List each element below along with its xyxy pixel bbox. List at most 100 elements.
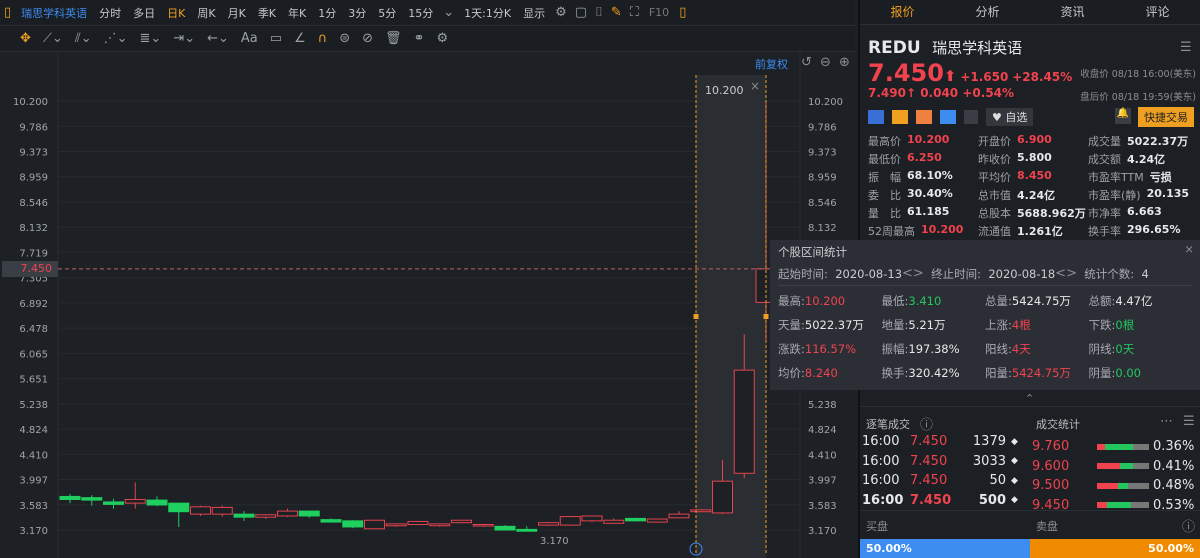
indicator-settings-icon[interactable]: ⚙ [430,31,454,46]
reset-icon[interactable]: ↺ [801,55,812,70]
candle [559,516,581,526]
range-stat-value: 0天 [1115,342,1135,356]
tab-multiday[interactable]: 多日 [127,5,161,21]
pencil-icon[interactable]: ✎ [607,5,626,20]
trash-icon[interactable]: 🗑 [379,31,408,46]
y-tick-label: 3.170 [19,526,48,537]
range-stat-value: 10.200 [804,294,846,308]
bell-icon[interactable]: 🔔 [1115,108,1131,124]
move-icon[interactable]: ✥ [14,31,37,46]
panel-toggle-icon[interactable]: ▯ [675,5,690,20]
more-icon[interactable]: ⋯ [1160,414,1173,429]
candle [255,514,277,520]
stat-value: 4.24亿 [1017,189,1056,202]
tab-monthly-k[interactable]: 月K [222,5,252,21]
range-stat-value: 5022.37万 [804,318,864,332]
tab-1min[interactable]: 1分 [312,5,342,21]
watchlist-button[interactable]: ♥ 自选 [986,108,1034,126]
range-stat-label: 总量: [985,294,1012,308]
quick-trade-button[interactable]: 快捷交易 [1138,107,1194,127]
candle-body [168,502,190,513]
tab-quote[interactable]: 报价 [860,0,945,24]
close-icon[interactable]: × [1184,242,1194,256]
magnet-icon[interactable]: ∩ [312,31,334,46]
sell-ratio-bar: 50.00% [1030,539,1200,558]
range-stat-cell: 阳量:5424.75万 [985,365,1089,381]
y-tick-label-right: 8.132 [808,223,837,234]
stat-cell: 开盘价 6.900 [978,133,1088,149]
menu-icon[interactable]: ☰ [1180,40,1192,55]
y-tick-label: 7.719 [19,248,48,259]
tab-yearly-k[interactable]: 年K [282,5,312,21]
range-close-icon[interactable]: × [750,79,760,93]
candle-body [233,513,255,518]
collapse-icon[interactable]: ⌃ [1025,392,1034,405]
lock-icon[interactable]: ⊜ [333,31,356,46]
hide-icon[interactable]: ⊘ [356,31,379,46]
fullscreen-icon[interactable]: ⛶ [626,5,643,20]
fib-tool-icon[interactable]: ≣⌄ [134,31,168,46]
tab-quarterly-k[interactable]: 季K [252,5,282,21]
close-time: 收盘价 08/18 16:00(美东) [1080,69,1196,80]
list-icon[interactable] [964,110,978,124]
layout-icon[interactable]: ▢ [571,5,591,20]
sidebar-toggle-icon[interactable]: ▯ [0,5,15,20]
display-menu[interactable]: 显示 [517,5,551,21]
range-stat-value: 116.57% [804,342,857,356]
tag-icon[interactable] [940,110,956,124]
help-icon[interactable]: ⓘ [920,414,933,433]
start-date[interactable]: 2020-08-13 [835,267,902,281]
note-icon[interactable]: ▭ [264,31,288,46]
candle-body [625,517,646,522]
lightning-icon[interactable] [892,110,908,124]
tab-3min[interactable]: 3分 [342,5,372,21]
text-tool-icon[interactable]: Aa [235,31,264,46]
candle-body [668,513,690,519]
range-stat-label: 换手: [881,366,909,380]
adjust-mode-link[interactable]: 前复权 [755,56,788,72]
drawing-toolbar: ✥ ⟋⌄ ⫽⌄ ⋰⌄ ≣⌄ ⇥⌄ ←⌄ Aa ▭ ∠ ∩ ⊜ ⊘ 🗑 ⚭ ⚙ [0,26,855,52]
end-date[interactable]: 2020-08-18 [988,267,1055,281]
tab-intraday[interactable]: 分时 [93,5,127,21]
list-view-icon[interactable]: ☰ [1183,414,1195,429]
stock-name-link[interactable]: 瑞思学科英语 [15,5,93,21]
tab-analysis[interactable]: 分析 [945,0,1030,24]
tab-weekly-k[interactable]: 周K [191,5,221,21]
zoom-in-icon[interactable]: ⊕ [839,55,850,70]
tick-row: 16:00 7.450 50 ◆ [862,471,1027,491]
stat-value: 1.261亿 [1017,225,1063,238]
compare-icon[interactable]: ⚭ [408,31,431,46]
tab-daily-k[interactable]: 日K [161,5,191,21]
tab-comments[interactable]: 评论 [1115,0,1200,24]
candlestick-chart[interactable]: 10.2009.7869.3738.9598.5468.1327.7197.30… [0,52,855,558]
wave-tool-icon[interactable]: ⋰⌄ [98,31,134,46]
measure-tool-icon[interactable]: ⇥⌄ [167,31,201,46]
range-handle[interactable] [763,314,769,319]
angle-icon[interactable]: ∠ [288,31,312,46]
help-icon[interactable]: ⓘ [1182,516,1195,535]
camera-icon[interactable]: ⌷ [591,5,607,20]
volume-pct: 0.36% [1153,439,1195,455]
chevron-down-icon[interactable]: ⌄ [439,5,458,20]
zoom-out-icon[interactable]: ⊖ [820,55,831,70]
settings-icon[interactable]: ⚙ [551,5,571,20]
diamond-icon: ◆ [1011,436,1018,447]
tab-news[interactable]: 资讯 [1030,0,1115,24]
channel-tool-icon[interactable]: ⫽⌄ [69,31,98,46]
range-handle[interactable] [693,314,699,319]
candle [342,520,364,529]
stat-label: 流通值 [978,225,1011,238]
period-select[interactable]: 1天:1分K [458,5,517,21]
tab-5min[interactable]: 5分 [372,5,402,21]
stat-value: 5022.37万 [1127,135,1189,148]
f10-button[interactable]: F10 [643,6,675,19]
tick-time: 16:00 [862,473,900,489]
end-stepper-icon[interactable]: <> [1055,266,1077,281]
range-stat-value: 0.00 [1115,366,1141,380]
start-stepper-icon[interactable]: <> [902,266,924,281]
candle-body [494,525,516,531]
line-tool-icon[interactable]: ⟋⌄ [37,31,69,46]
tab-15min[interactable]: 15分 [402,5,439,21]
arrow-tool-icon[interactable]: ←⌄ [201,31,235,46]
trend-icon[interactable] [916,110,932,124]
